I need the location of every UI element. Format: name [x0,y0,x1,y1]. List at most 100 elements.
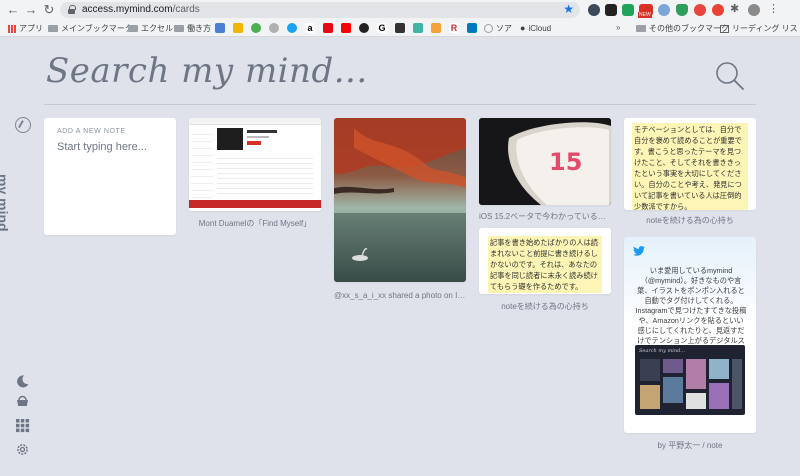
bookmark-main[interactable]: メインブックマーク [48,23,133,34]
ios-article-card[interactable]: 15 [479,118,611,205]
folder-icon [128,25,138,32]
thumb-tile [663,359,683,373]
folder-icon [48,25,58,32]
bookmark-excel[interactable]: エクセル [128,23,173,34]
thumb-tile [686,393,706,409]
search-input[interactable]: Search my mind... [46,51,368,91]
reload-icon[interactable]: ↻ [42,3,56,17]
amazon-bookmark-icon[interactable]: a [305,23,315,33]
bookmark-favicon[interactable] [413,23,423,33]
settings-gear-icon[interactable] [15,442,30,457]
thumb-tile [709,359,729,379]
bookmark-soa[interactable]: ソア [484,23,512,34]
bookmark-work[interactable]: 働き方 [174,23,211,34]
back-icon[interactable]: ← [6,3,20,17]
globe-icon [484,24,493,33]
forward-icon[interactable]: → [24,3,38,17]
browser-chrome: ← → ↻ access.mymind.com/cards ★ NEW ✱ ⋮ … [0,0,800,37]
other-bookmarks[interactable]: その他のブックマーク [636,23,729,34]
bookmarks-overflow[interactable]: » [616,23,620,32]
bookmark-favicon[interactable] [215,23,225,33]
bookmark-favicon[interactable] [431,23,441,33]
google-bookmark-icon[interactable]: G [377,23,387,33]
trello-bookmark-icon[interactable] [467,23,477,33]
thumb-title: Search my mind... [639,348,686,354]
twitter-bookmark-icon[interactable] [287,23,297,33]
puzzle-icon[interactable]: ✱ [730,2,742,15]
reading-list[interactable]: リーディング リスト [720,23,800,34]
website-thumb-banner [189,200,321,208]
url-text: access.mymind.com/cards [82,4,200,15]
search-icon[interactable] [715,61,745,91]
quote-card[interactable]: 記事を書き始めたばかりの人は読まれないこと前提に書き続けるしかないのです。それは… [479,228,611,294]
quote-card-caption: noteを続ける為の心持ち [646,216,734,225]
check-extension-icon[interactable] [622,4,634,16]
bookmark-favicon[interactable] [395,23,405,33]
thumb-tile [640,359,660,381]
iphone-ios15-photo [479,118,611,205]
thumb-tile [686,359,706,389]
grid-view-icon[interactable] [15,418,30,433]
autumn-lake-swan-photo [334,118,466,282]
dark-mode-moon-icon[interactable] [15,374,30,389]
tweet-screenshot-thumb: Search my mind... [635,345,745,415]
ios-card-caption: iOS 15.2ベータで今わかっている変... [479,212,611,221]
lock-icon [68,5,76,14]
bookmark-favicon[interactable] [269,23,279,33]
mymind-logo-icon[interactable] [15,117,31,133]
menu-kebab-icon[interactable]: ⋮ [768,2,780,15]
extension-icon-2[interactable] [658,4,670,16]
bookmark-favicon[interactable] [359,23,369,33]
quote-highlight-text: 記事を書き始めたばかりの人は読まれないこと前提に書き続けるしかないのです。それは… [488,236,602,293]
instagram-photo-card[interactable] [334,118,466,282]
bookmark-icloud[interactable]: ● iCloud [520,23,551,33]
tweet-card[interactable]: いま愛用しているmymind（@mymind）。好きなものや言葉、イラストをポン… [624,237,756,433]
thumb-tile [640,385,660,409]
thumb-tile [709,383,729,409]
website-card[interactable] [189,118,321,211]
bookmark-favicon[interactable] [251,23,261,33]
folder-icon [636,25,646,32]
tweet-text: いま愛用しているmymind（@mymind）。好きなものや言葉、イラストをポン… [635,266,747,355]
website-thumb-line [247,136,269,138]
website-card-caption: Mont Duamelの「Find Myself」 [198,219,312,228]
add-note-card[interactable]: ADD A NEW NOTE Start typing here... [44,118,176,235]
quote-card-caption: noteを続ける為の心持ち [501,302,589,311]
website-thumb-list [217,154,313,198]
mymind-logo-text[interactable]: my mind [0,174,11,232]
youtube-bookmark-icon[interactable] [341,23,351,33]
apple-icon: ● [520,23,526,33]
search-underline [44,104,756,105]
tweet-card-caption: by 平野太一 / note [657,441,723,450]
bookmarks-bar: アプリ メインブックマーク エクセル 働き方 a G R ソア ● iCloud … [0,20,800,36]
website-thumb-button [247,141,261,145]
add-note-label: ADD A NEW NOTE [57,128,126,135]
quote-card[interactable]: モチベーションとしては、自分で自分を褒めて読めることが重要です。書こうと思ったテ… [624,118,756,210]
bookmark-star-icon[interactable]: ★ [563,2,574,16]
shield-extension-icon[interactable] [676,4,688,16]
reading-list-icon [720,24,729,33]
profile-avatar[interactable] [748,4,760,16]
website-thumb-line [247,130,277,133]
record-extension-icon[interactable] [694,4,706,16]
website-thumb-header [189,118,321,125]
notion-extension-icon[interactable] [605,4,617,16]
website-thumb-sidebar [191,128,213,198]
note-input[interactable]: Start typing here... [57,141,147,153]
instagram-card-caption: @xx_s_a_i_xx shared a photo on Ins... [334,291,466,300]
website-thumb-image [217,128,243,150]
new-extension-icon[interactable]: NEW [638,4,653,18]
twitter-bird-icon [633,246,645,256]
address-bar[interactable]: access.mymind.com/cards ★ [60,2,580,18]
bookmark-favicon[interactable]: R [449,23,459,33]
bookmark-favicon[interactable] [233,23,243,33]
basket-icon[interactable] [15,393,30,408]
bookmark-apps[interactable]: アプリ [8,23,43,34]
extension-icon-1[interactable] [588,4,600,16]
apps-grid-icon [8,24,16,33]
pinterest-extension-icon[interactable] [712,4,724,16]
netflix-bookmark-icon[interactable] [323,23,333,33]
folder-icon [174,25,184,32]
quote-highlight-text: モチベーションとしては、自分で自分を褒めて読めることが重要です。書こうと思ったテ… [632,123,748,210]
mymind-app: Search my mind... my mind ADD A NEW NOTE… [0,37,800,476]
